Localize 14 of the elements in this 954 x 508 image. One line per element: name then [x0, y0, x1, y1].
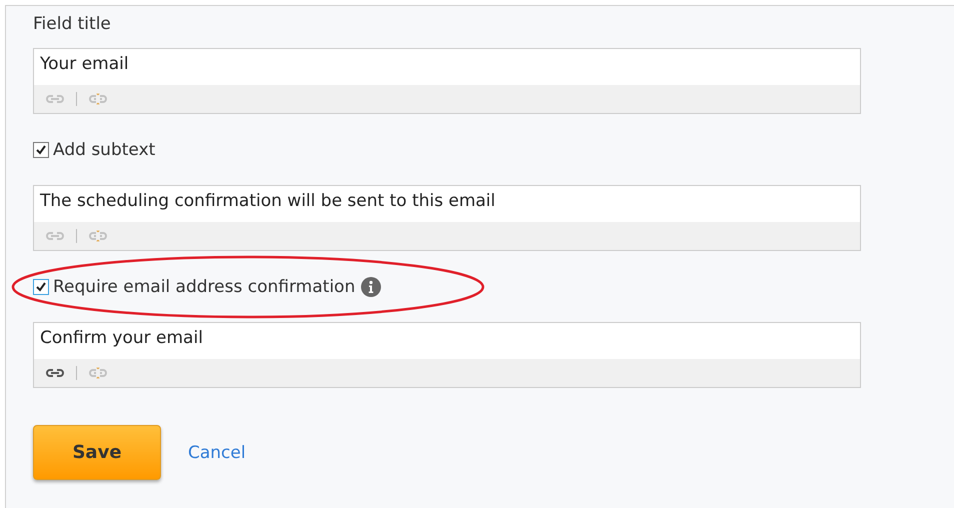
text-editor-field[interactable]: Confirm your email	[33, 322, 861, 388]
link-icon[interactable]	[46, 368, 64, 378]
save-button[interactable]: Save	[33, 425, 161, 480]
text-editor-field[interactable]: Your email	[33, 48, 861, 114]
checkbox-label[interactable]: Add subtext	[53, 140, 156, 160]
cancel-link[interactable]: Cancel	[188, 442, 246, 462]
unlink-icon[interactable]	[89, 230, 107, 242]
info-icon[interactable]	[361, 277, 382, 297]
checkbox[interactable]	[33, 142, 49, 158]
text-editor-field[interactable]: The scheduling confirmation will be sent to this email	[33, 185, 861, 251]
field-title-label: Field title	[33, 14, 112, 36]
unlink-icon[interactable]	[89, 93, 107, 105]
checkbox[interactable]	[33, 279, 49, 295]
unlink-icon[interactable]	[89, 367, 107, 379]
